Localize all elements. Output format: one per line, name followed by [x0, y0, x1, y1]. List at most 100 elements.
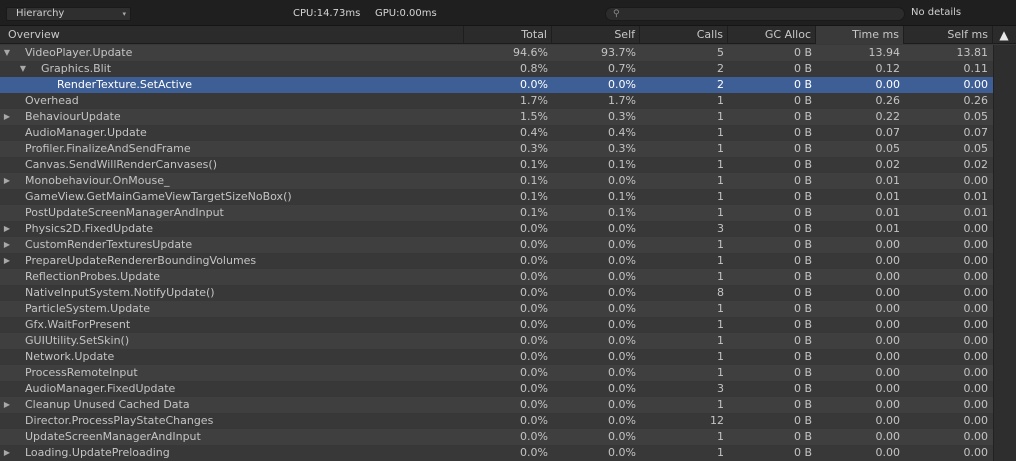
- column-header-time-ms[interactable]: Time ms: [816, 26, 904, 44]
- row-self-ms-cell: 0.00: [963, 414, 989, 427]
- foldout-collapsed-icon[interactable]: ▶: [2, 173, 12, 189]
- row-gc-alloc-cell: 0 B: [793, 350, 812, 363]
- table-row[interactable]: UpdateScreenManagerAndInput 0.0% 0.0% 1 0 B 0…: [0, 429, 1016, 445]
- row-name-cell: GUIUtility.SetSkin(): [0, 333, 464, 349]
- foldout-expanded-icon[interactable]: ▼: [2, 45, 12, 61]
- row-gc-alloc-cell: 0 B: [793, 222, 812, 235]
- row-gc-alloc-cell: 0 B: [793, 46, 812, 59]
- row-time-ms-cell: 0.00: [875, 366, 901, 379]
- row-calls-cell: 2: [717, 78, 724, 91]
- row-label: RenderTexture.SetActive: [57, 78, 193, 91]
- table-row[interactable]: ParticleSystem.Update 0.0% 0.0% 1 0 B 0.00 0.0…: [0, 301, 1016, 317]
- table-row[interactable]: Network.Update 0.0% 0.0% 1 0 B 0.00 0.00: [0, 349, 1016, 365]
- row-time-ms-cell: 0.00: [875, 430, 901, 443]
- table-row[interactable]: ▶ Monobehaviour.OnMouse_ 0.1% 0.0% 1 0 B 0.01 0…: [0, 173, 1016, 189]
- row-name-cell: ProcessRemoteInput: [0, 365, 464, 381]
- table-row[interactable]: ▼ Graphics.Blit 0.8% 0.7% 2 0 B 0.12 0.11: [0, 61, 1016, 77]
- row-name-cell: ▶ PrepareUpdateRendererBoundingVolumes: [0, 253, 464, 269]
- search-icon: ⚲: [613, 9, 620, 19]
- foldout-expanded-icon[interactable]: ▼: [18, 61, 28, 77]
- row-gc-alloc-cell: 0 B: [793, 238, 812, 251]
- chevron-down-icon: ▾: [122, 10, 126, 18]
- row-time-ms-cell: 0.05: [875, 142, 901, 155]
- foldout-collapsed-icon[interactable]: ▶: [2, 237, 12, 253]
- row-self-cell: 0.0%: [608, 318, 636, 331]
- foldout-collapsed-icon[interactable]: ▶: [2, 445, 12, 461]
- search-input[interactable]: [626, 8, 896, 20]
- table-row[interactable]: ▶ Cleanup Unused Cached Data 0.0% 0.0% 1 0 B 0…: [0, 397, 1016, 413]
- row-gc-alloc-cell: 0 B: [793, 110, 812, 123]
- table-row[interactable]: Canvas.SendWillRenderCanvases() 0.1% 0.1% 1…: [0, 157, 1016, 173]
- row-total-cell: 0.8%: [520, 62, 548, 75]
- row-total-cell: 0.0%: [520, 318, 548, 331]
- sort-ascending-icon[interactable]: ▲: [996, 27, 1012, 43]
- column-header-self-ms[interactable]: Self ms: [904, 26, 993, 44]
- foldout-collapsed-icon[interactable]: ▶: [2, 221, 12, 237]
- row-self-ms-cell: 13.81: [956, 46, 989, 59]
- row-self-ms-cell: 0.00: [963, 430, 989, 443]
- table-row[interactable]: RenderTexture.SetActive 0.0% 0.0% 2 0 B 0.00 0…: [0, 77, 1016, 93]
- row-calls-cell: 1: [717, 238, 724, 251]
- row-self-cell: 1.7%: [608, 94, 636, 107]
- table-row[interactable]: ▶ BehaviourUpdate 1.5% 0.3% 1 0 B 0.22 0.05: [0, 109, 1016, 125]
- row-self-ms-cell: 0.00: [963, 78, 989, 91]
- table-row[interactable]: PostUpdateScreenManagerAndInput 0.1% 0.1% 1…: [0, 205, 1016, 221]
- table-row[interactable]: AudioManager.Update 0.4% 0.4% 1 0 B 0.07 0.07: [0, 125, 1016, 141]
- table-row[interactable]: AudioManager.FixedUpdate 0.0% 0.0% 3 0 B 0.00…: [0, 381, 1016, 397]
- column-header-gc-alloc[interactable]: GC Alloc: [728, 26, 816, 44]
- foldout-collapsed-icon[interactable]: ▶: [2, 109, 12, 125]
- row-self-cell: 0.0%: [608, 446, 636, 459]
- table-row[interactable]: Profiler.FinalizeAndSendFrame 0.3% 0.3% 1 0 …: [0, 141, 1016, 157]
- row-time-ms-cell: 0.26: [875, 94, 901, 107]
- table-row[interactable]: Overhead 1.7% 1.7% 1 0 B 0.26 0.26: [0, 93, 1016, 109]
- table-row[interactable]: ▶ PrepareUpdateRendererBoundingVolumes 0.0…: [0, 253, 1016, 269]
- row-name-cell: Gfx.WaitForPresent: [0, 317, 464, 333]
- row-total-cell: 0.0%: [520, 254, 548, 267]
- foldout-collapsed-icon[interactable]: ▶: [2, 253, 12, 269]
- row-calls-cell: 1: [717, 366, 724, 379]
- table-row[interactable]: ▶ Physics2D.FixedUpdate 0.0% 0.0% 3 0 B 0.01 0.…: [0, 221, 1016, 237]
- row-self-cell: 0.0%: [608, 78, 636, 91]
- search-field[interactable]: ⚲: [605, 7, 905, 21]
- details-dropdown[interactable]: No details: [908, 7, 1010, 21]
- table-row[interactable]: Gfx.WaitForPresent 0.0% 0.0% 1 0 B 0.00 0.00: [0, 317, 1016, 333]
- foldout-collapsed-icon[interactable]: ▶: [2, 397, 12, 413]
- table-row[interactable]: GUIUtility.SetSkin() 0.0% 0.0% 1 0 B 0.00 0.00: [0, 333, 1016, 349]
- row-self-ms-cell: 0.00: [963, 366, 989, 379]
- column-header-overview[interactable]: Overview: [0, 26, 464, 44]
- row-label: Monobehaviour.OnMouse_: [25, 174, 170, 187]
- row-name-cell: Overhead: [0, 93, 464, 109]
- column-header-total[interactable]: Total: [464, 26, 552, 44]
- column-header-calls[interactable]: Calls: [640, 26, 728, 44]
- table-row[interactable]: ProcessRemoteInput 0.0% 0.0% 1 0 B 0.00 0.00: [0, 365, 1016, 381]
- row-calls-cell: 1: [717, 126, 724, 139]
- row-self-cell: 0.1%: [608, 158, 636, 171]
- table-row[interactable]: ReflectionProbes.Update 0.0% 0.0% 1 0 B 0.00 0…: [0, 269, 1016, 285]
- row-gc-alloc-cell: 0 B: [793, 206, 812, 219]
- row-label: PrepareUpdateRendererBoundingVolumes: [25, 254, 257, 267]
- row-label: Overhead: [25, 94, 79, 107]
- row-self-ms-cell: 0.01: [963, 190, 989, 203]
- table-row[interactable]: ▶ CustomRenderTexturesUpdate 0.0% 0.0% 1 0 B 0…: [0, 237, 1016, 253]
- column-header-self[interactable]: Self: [552, 26, 640, 44]
- row-name-cell: ▶ BehaviourUpdate: [0, 109, 464, 125]
- table-row[interactable]: GameView.GetMainGameViewTargetSizeNoBox(…: [0, 189, 1016, 205]
- row-label: UpdateScreenManagerAndInput: [25, 430, 201, 443]
- row-self-ms-cell: 0.00: [963, 398, 989, 411]
- table-row[interactable]: ▶ Loading.UpdatePreloading 0.0% 0.0% 1 0 B 0.0…: [0, 445, 1016, 461]
- row-total-cell: 0.0%: [520, 430, 548, 443]
- row-label: PostUpdateScreenManagerAndInput: [25, 206, 224, 219]
- row-calls-cell: 1: [717, 190, 724, 203]
- row-calls-cell: 1: [717, 142, 724, 155]
- table-row[interactable]: Director.ProcessPlayStateChanges 0.0% 0.0%…: [0, 413, 1016, 429]
- row-calls-cell: 2: [717, 62, 724, 75]
- row-label: Canvas.SendWillRenderCanvases(): [25, 158, 217, 171]
- vertical-scrollbar[interactable]: [993, 45, 1016, 461]
- row-self-cell: 0.1%: [608, 206, 636, 219]
- table-row[interactable]: NativeInputSystem.NotifyUpdate() 0.0% 0.0%…: [0, 285, 1016, 301]
- row-self-ms-cell: 0.00: [963, 334, 989, 347]
- row-name-cell: RenderTexture.SetActive: [0, 77, 464, 93]
- row-total-cell: 0.0%: [520, 334, 548, 347]
- view-mode-dropdown[interactable]: Hierarchy ▾: [6, 7, 131, 21]
- table-row[interactable]: ▼ VideoPlayer.Update 94.6% 93.7% 5 0 B 13.94 13…: [0, 45, 1016, 61]
